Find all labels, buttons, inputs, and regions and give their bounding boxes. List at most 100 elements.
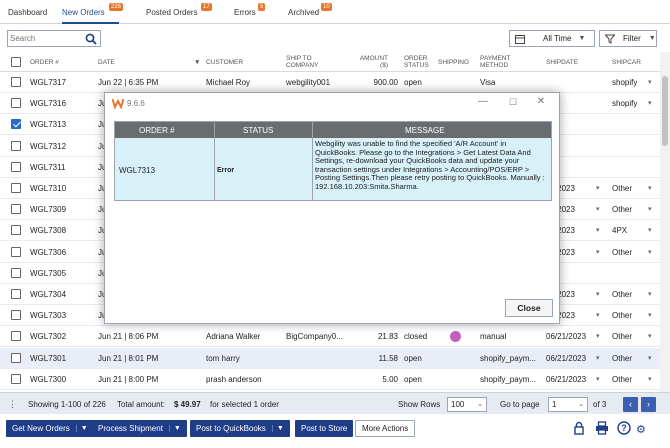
process-shipment-button[interactable]: Process Shipment ▼ (92, 420, 187, 437)
drag-handle-icon[interactable]: ⋮ (8, 399, 17, 410)
row-order: WGL7310 (30, 184, 67, 193)
shipdate-dropdown-icon[interactable]: ▾ (596, 311, 604, 319)
select-all-checkbox[interactable] (11, 57, 21, 67)
posted-orders-count-badge: 17 (201, 3, 212, 11)
row-checkbox[interactable] (11, 310, 21, 321)
chevron-down-icon[interactable]: ▼ (271, 425, 284, 432)
carrier-dropdown-icon[interactable]: ▾ (648, 99, 656, 107)
row-checkbox[interactable] (11, 373, 21, 384)
filter-button[interactable]: Filter ▼ (599, 30, 657, 47)
carrier-dropdown-icon[interactable]: ▾ (648, 78, 656, 86)
more-actions-button[interactable]: More Actions (355, 420, 416, 437)
table-row[interactable]: WGL7302 Jun 21 | 8:06 PM Adriana Walker Big… (0, 326, 660, 348)
row-order: WGL7316 (30, 99, 67, 109)
row-checkbox[interactable] (11, 267, 21, 278)
carrier-dropdown-icon[interactable]: ▾ (648, 248, 656, 256)
shipdate-dropdown-icon[interactable]: ▾ (596, 226, 604, 234)
row-checkbox[interactable] (11, 119, 21, 130)
row-checkbox[interactable] (11, 225, 21, 236)
scrollbar-thumb[interactable] (662, 76, 668, 146)
search-box (7, 30, 101, 47)
row-carrier: shopify (612, 78, 638, 87)
tab-new-orders[interactable]: New Orders 226 (62, 0, 124, 24)
chevron-down-icon[interactable]: ▼ (168, 425, 181, 432)
get-new-orders-button[interactable]: Get New Orders ▼ (6, 420, 94, 437)
row-checkbox[interactable] (11, 140, 21, 151)
row-checkbox[interactable] (11, 352, 21, 363)
header-order[interactable]: ORDER # (30, 59, 59, 66)
table-row[interactable]: WGL7300 Jun 21 | 8:00 PM prash anderson 5.0… (0, 368, 660, 390)
header-payment-method[interactable]: PAYMENT METHOD (480, 55, 520, 69)
shipping-status-icon[interactable] (450, 331, 461, 343)
settings-icon[interactable]: ⚙ (636, 423, 646, 436)
row-checkbox[interactable] (11, 77, 21, 87)
header-order-status[interactable]: ORDER STATUS (404, 55, 436, 69)
close-button[interactable]: Close (505, 299, 553, 317)
next-page-button[interactable]: › (641, 397, 656, 412)
carrier-dropdown-icon[interactable]: ▾ (648, 184, 656, 192)
carrier-dropdown-icon[interactable]: ▾ (648, 226, 656, 234)
header-ship-to-company[interactable]: SHIP TO COMPANY (286, 55, 338, 69)
get-new-orders-label: Get New Orders (12, 424, 70, 433)
post-to-quickbooks-button[interactable]: Post to QuickBooks ▼ (190, 420, 290, 437)
carrier-dropdown-icon[interactable]: ▾ (648, 332, 656, 340)
carrier-dropdown-icon[interactable]: ▾ (648, 205, 656, 213)
row-order: WGL7305 (30, 268, 67, 278)
close-icon[interactable]: ✕ (535, 96, 547, 108)
shipdate-dropdown-icon[interactable]: ▾ (596, 290, 604, 298)
carrier-dropdown-icon[interactable]: ▾ (648, 290, 656, 298)
carrier-dropdown-icon[interactable]: ▾ (648, 375, 656, 383)
table-row[interactable]: WGL7301 Jun 21 | 8:01 PM tom harry 11.58 ope… (0, 347, 660, 369)
header-shipdate[interactable]: SHIPDATE (546, 59, 578, 66)
row-checkbox[interactable] (11, 246, 21, 257)
page-select[interactable]: 1 ⌄ (548, 397, 588, 412)
tab-archived[interactable]: Archived 10 (288, 0, 332, 24)
header-date[interactable]: DATE (98, 59, 115, 66)
tab-posted-orders[interactable]: Posted Orders 17 (146, 0, 212, 24)
maximize-icon[interactable]: ☐ (507, 96, 519, 108)
row-checkbox[interactable] (11, 161, 21, 172)
row-checkbox[interactable] (11, 204, 21, 215)
header-customer[interactable]: CUSTOMER (206, 59, 243, 66)
row-date: Jun 21 | 8:01 PM (98, 353, 159, 363)
date-range-dropdown[interactable]: All Time ▼ (509, 30, 595, 47)
tab-dashboard[interactable]: Dashboard (8, 0, 47, 24)
col-message-header: MESSAGE (405, 126, 445, 135)
carrier-dropdown-icon[interactable]: ▾ (648, 354, 656, 362)
table-row[interactable]: WGL7317 Jun 22 | 6:35 PM Michael Roy webgil… (0, 72, 660, 93)
sort-desc-icon[interactable]: ▼ (194, 59, 200, 66)
row-amount: 21.83 (377, 332, 398, 342)
dialog-titlebar[interactable]: 9.6.6 — ☐ ✕ (105, 93, 559, 113)
chevron-down-icon[interactable]: ▼ (75, 425, 88, 432)
calendar-icon (515, 34, 525, 44)
carrier-dropdown-icon[interactable]: ▾ (648, 311, 656, 319)
row-carrier: Other (612, 353, 633, 363)
header-amount[interactable]: AMOUNT ($) (354, 55, 388, 69)
header-shipcarrier[interactable]: SHIPCAR (612, 59, 658, 66)
row-checkbox[interactable] (11, 331, 21, 342)
show-rows-select[interactable]: 100 ⌄ (447, 397, 487, 412)
printer-icon[interactable] (595, 421, 609, 435)
shipdate-dropdown-icon[interactable]: ▾ (596, 184, 604, 192)
row-checkbox[interactable] (11, 183, 21, 193)
help-icon[interactable]: ? (617, 421, 631, 435)
lock-icon[interactable] (572, 421, 586, 435)
minimize-icon[interactable]: — (477, 96, 489, 108)
shipdate-dropdown-icon[interactable]: ▾ (596, 205, 604, 213)
row-checkbox[interactable] (11, 98, 21, 109)
shipdate-dropdown-icon[interactable]: ▾ (596, 248, 604, 256)
shipdate-dropdown-icon[interactable]: ▾ (596, 332, 604, 340)
table-scrollbar[interactable] (660, 52, 670, 392)
header-shipping[interactable]: SHIPPING (438, 59, 469, 66)
previous-page-button[interactable]: ‹ (623, 397, 638, 412)
tab-errors[interactable]: Errors 5 (234, 0, 266, 24)
new-orders-count-badge: 226 (109, 3, 124, 11)
shipdate-dropdown-icon[interactable]: ▾ (596, 375, 604, 383)
row-customer: Michael Roy (206, 78, 251, 87)
search-input[interactable] (10, 32, 84, 45)
post-to-store-button[interactable]: Post to Store (295, 420, 354, 437)
search-icon[interactable] (85, 33, 97, 45)
row-checkbox[interactable] (11, 289, 21, 299)
action-bar: Get New Orders ▼ Process Shipment ▼ Post… (0, 414, 670, 448)
shipdate-dropdown-icon[interactable]: ▾ (596, 354, 604, 362)
